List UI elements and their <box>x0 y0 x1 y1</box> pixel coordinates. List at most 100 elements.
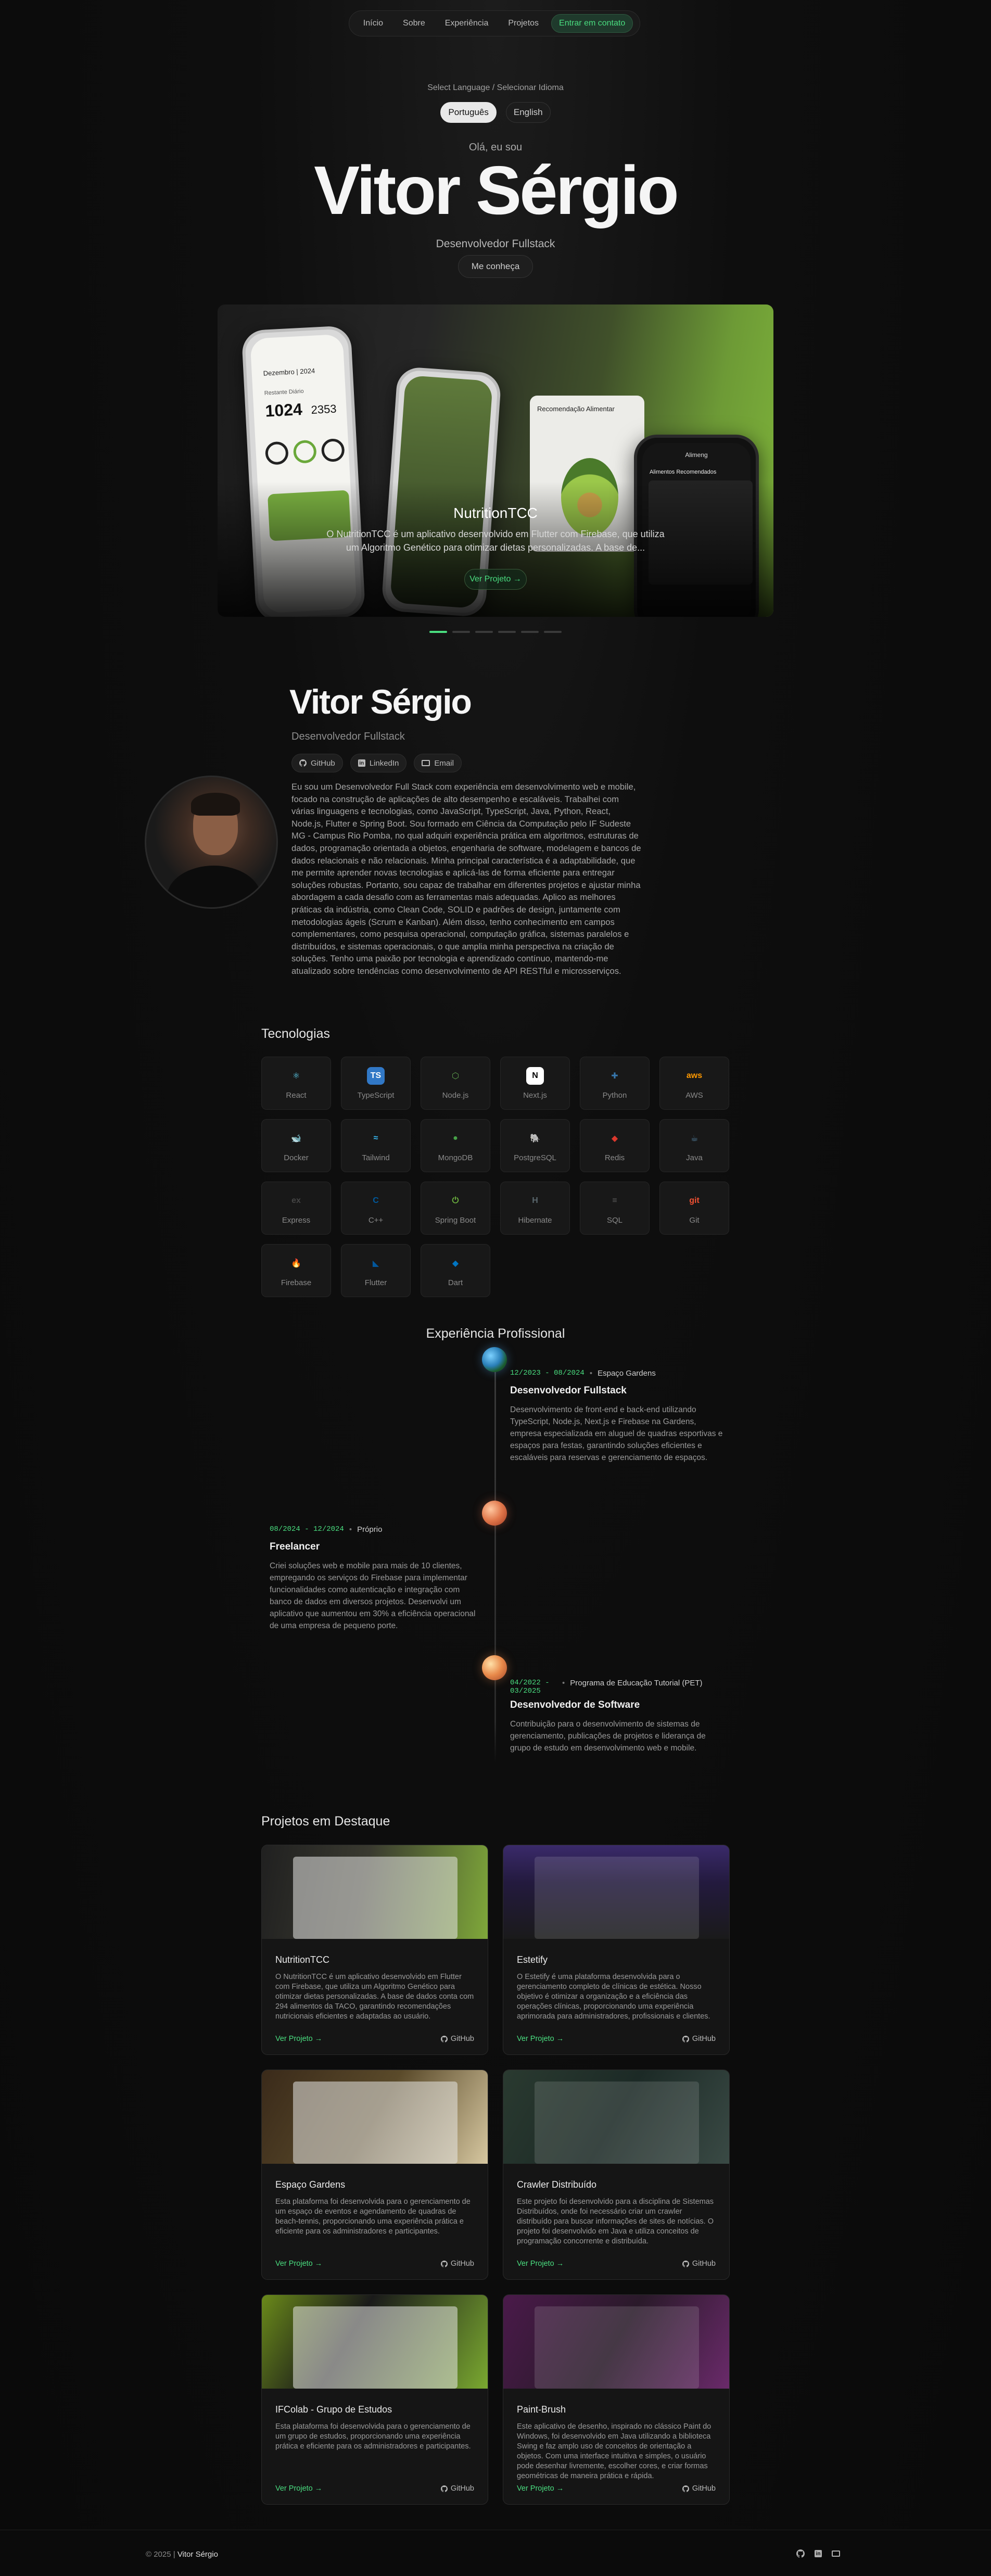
github-icon <box>682 2035 689 2042</box>
tech-card: ≈ Tailwind <box>341 1119 411 1172</box>
tech-card: aws AWS <box>659 1057 729 1110</box>
view-project-link[interactable]: Ver Projeto → <box>275 2484 322 2493</box>
email-icon[interactable] <box>831 2548 841 2559</box>
carousel-dot[interactable] <box>452 631 470 633</box>
macro-ring <box>293 439 317 464</box>
contact-button[interactable]: Entrar em contato <box>551 14 633 33</box>
github-label: GitHub <box>692 2260 716 2268</box>
experience-description: Criei soluções web e mobile para mais de… <box>270 1562 476 1630</box>
linkedin-link[interactable]: in LinkedIn <box>350 754 407 772</box>
tech-card: ≡ SQL <box>580 1182 650 1235</box>
java-icon: ☕ <box>690 1134 698 1143</box>
project-github-link[interactable]: GitHub <box>682 2484 716 2493</box>
view-project-link[interactable]: Ver Projeto → <box>517 2484 564 2493</box>
carousel-dot[interactable] <box>475 631 493 633</box>
meet-me-button[interactable]: Me conheça <box>458 255 533 278</box>
docker-icon: 🐋 <box>291 1134 301 1143</box>
project-description: Esta plataforma foi desenvolvida para o … <box>275 2198 471 2236</box>
github-icon <box>682 2260 689 2267</box>
project-screenshot <box>293 2306 458 2389</box>
planet-icon <box>482 1655 507 1680</box>
nav-item-projetos[interactable]: Projetos <box>501 15 546 32</box>
project-card: Espaço Gardens Esta plataforma foi desenv… <box>261 2070 488 2280</box>
linkedin-label: LinkedIn <box>369 758 399 768</box>
experience-section-title: Experiência Profissional <box>426 1326 565 1341</box>
nav-item-experiencia[interactable]: Experiência <box>438 15 496 32</box>
carousel-dots <box>0 631 991 633</box>
project-name: NutritionTCC <box>275 1955 330 1965</box>
tech-name: Dart <box>448 1278 463 1287</box>
tech-name: Next.js <box>523 1090 547 1100</box>
redis-icon: ◆ <box>611 1134 618 1143</box>
project-thumbnail <box>262 2295 488 2389</box>
carousel-dot[interactable] <box>544 631 562 633</box>
tailwind-icon: ≈ <box>373 1133 378 1143</box>
spring-boot-icon: ⏻ <box>452 1196 459 1205</box>
flutter-icon: ◣ <box>372 1259 379 1268</box>
project-github-link[interactable]: GitHub <box>440 2035 474 2043</box>
express-icon: ex <box>291 1196 301 1205</box>
github-icon[interactable] <box>795 2548 806 2559</box>
project-github-link[interactable]: GitHub <box>440 2484 474 2493</box>
tech-card: TS TypeScript <box>341 1057 411 1110</box>
tech-name: C++ <box>368 1215 384 1225</box>
cpp-icon: C <box>373 1196 379 1205</box>
projects-section-title: Projetos em Destaque <box>261 1814 390 1829</box>
carousel-dot[interactable] <box>429 631 447 633</box>
project-screenshot <box>293 1857 458 1939</box>
about-name: Vitor Sérgio <box>289 682 472 721</box>
experience-description: Contribuição para o desenvolvimento de s… <box>510 1720 706 1753</box>
tech-section-title: Tecnologias <box>261 1026 331 1041</box>
tech-card: ◣ Flutter <box>341 1244 411 1297</box>
project-card: Crawler Distribuído Este projeto foi dese… <box>503 2070 730 2280</box>
nav-item-sobre[interactable]: Sobre <box>396 15 433 32</box>
project-description: O NutritionTCC é um aplicativo desenvolv… <box>275 1973 474 2021</box>
linkedin-icon: in <box>358 759 365 767</box>
timeline-line <box>494 1359 496 1762</box>
project-github-link[interactable]: GitHub <box>440 2260 474 2268</box>
project-carousel[interactable]: Dezembro | 2024 Restante Diário 1024 235… <box>218 304 773 617</box>
project-card: IFColab - Grupo de Estudos Esta plataform… <box>261 2294 488 2505</box>
project-github-link[interactable]: GitHub <box>682 2260 716 2268</box>
email-link[interactable]: Email <box>414 754 462 772</box>
mongodb-icon: ● <box>453 1133 458 1143</box>
carousel-title: NutritionTCC <box>453 505 538 521</box>
carousel-dot[interactable] <box>498 631 516 633</box>
view-project-link[interactable]: Ver Projeto → <box>275 2260 322 2268</box>
nextjs-icon: N <box>526 1067 544 1085</box>
carousel-dot[interactable] <box>521 631 539 633</box>
phone-food-title: Alimentos Recomendados <box>650 469 717 475</box>
carousel-view-project-button[interactable]: Ver Projeto → <box>464 569 527 590</box>
tech-card: ● MongoDB <box>421 1119 490 1172</box>
nav-item-inicio[interactable]: Início <box>356 15 390 32</box>
view-project-link[interactable]: Ver Projeto → <box>517 2260 564 2268</box>
nodejs-icon: ⬡ <box>452 1071 459 1081</box>
tech-name: Docker <box>284 1153 309 1162</box>
hero-role: Desenvolvedor Fullstack <box>436 238 555 250</box>
footer-social: in <box>795 2548 841 2559</box>
view-project-link[interactable]: Ver Projeto → <box>275 2035 322 2043</box>
experience-role: Desenvolvedor de Software <box>510 1699 640 1710</box>
tech-card: ✚ Python <box>580 1057 650 1110</box>
tech-card: 🐘 PostgreSQL <box>500 1119 570 1172</box>
tech-name: Express <box>282 1215 311 1225</box>
email-label: Email <box>434 758 454 768</box>
view-project-link[interactable]: Ver Projeto → <box>517 2035 564 2043</box>
tech-name: Python <box>602 1090 627 1100</box>
recommendation-title: Recomendação Alimentar <box>537 405 615 413</box>
project-card: Paint-Brush Este aplicativo de desenho, i… <box>503 2294 730 2505</box>
github-label: GitHub <box>450 2260 474 2268</box>
tech-card: H Hibernate <box>500 1182 570 1235</box>
project-github-link[interactable]: GitHub <box>682 2035 716 2043</box>
experience-item: 08/2024 - 12/2024 • Próprio Freelancer C… <box>270 1525 483 1632</box>
tech-name: Flutter <box>364 1278 387 1287</box>
phone-kcal: 1024 <box>264 399 303 421</box>
linkedin-icon[interactable]: in <box>813 2548 823 2559</box>
github-link[interactable]: GitHub <box>291 754 343 772</box>
about-bio: Eu sou um Desenvolvedor Full Stack com e… <box>291 782 641 976</box>
language-en-button[interactable]: English <box>505 102 551 123</box>
language-pt-button[interactable]: Português <box>440 102 497 123</box>
hero-name: Vitor Sérgio <box>314 152 679 229</box>
project-screenshot <box>535 2082 699 2164</box>
tech-card: ◆ Redis <box>580 1119 650 1172</box>
